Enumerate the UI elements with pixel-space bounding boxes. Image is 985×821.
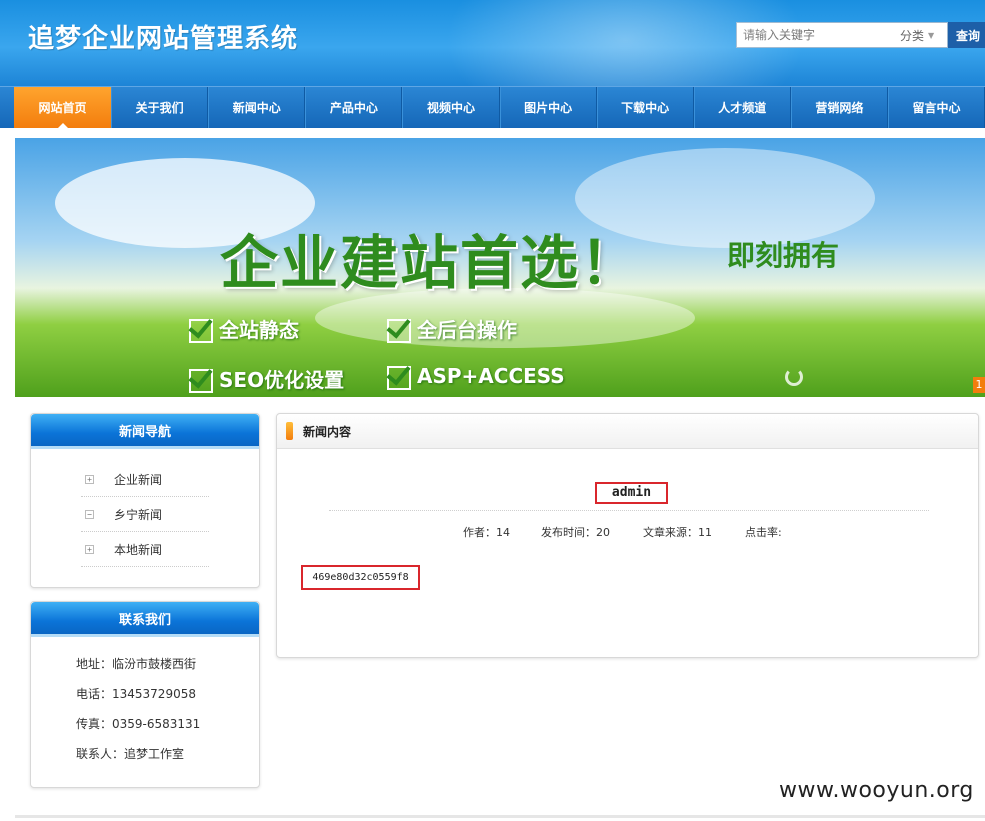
loading-icon [785,368,803,386]
search-category-label: 分类 [900,28,925,43]
contact-phone: 电话：13453729058 [76,687,196,701]
contact-person: 联系人：追梦工作室 [76,747,185,761]
search-button[interactable]: 查询 [948,22,985,48]
expand-icon[interactable]: + [85,474,94,484]
banner-feature: SEO优化设置 [187,364,344,393]
contact-fax: 传真：0359-6583131 [76,717,201,731]
news-content-panel: 新闻内容 admin 作者：14 发布时间：20 文章来源：11 点击率: 46… [276,413,979,658]
banner-page-indicator[interactable]: 1 [973,377,985,393]
news-nav-title: 新闻导航 [31,414,259,449]
article-publish-time: 发布时间：20 [541,526,610,539]
site-title[interactable]: 追梦企业网站管理系统 [28,18,298,55]
checkmark-icon [187,367,213,393]
watermark: www.wooyun.org [779,778,974,803]
collapse-icon[interactable]: − [85,509,94,519]
chevron-down-icon: ▼ [928,30,935,40]
header-accent-bar [286,422,293,440]
banner-feature-label: 全站静态 [219,318,299,342]
search-input[interactable] [736,22,896,48]
article-author: 作者：14 [463,526,510,539]
news-nav-item[interactable]: + 企业新闻 [81,462,209,497]
news-nav-list: + 企业新闻 − 乡宁新闻 + 本地新闻 [31,446,259,567]
checkmark-icon [385,317,411,343]
banner-subheadline: 即刻拥有 [727,239,840,272]
banner-headline: 企业建站首选！ [220,229,641,297]
banner-feature: ASP+ACCESS [385,364,565,390]
search-category-select[interactable]: 分类 ▼ [896,22,948,48]
nav-item-jobs[interactable]: 人才频道 [693,87,791,128]
article-source: 文章来源：11 [643,526,712,539]
footer-divider [15,815,985,818]
nav-item-about[interactable]: 关于我们 [111,87,209,128]
contact-list: 地址：临汾市鼓楼西街 电话：13453729058 传真：0359-658313… [31,634,259,769]
news-nav-item-label[interactable]: 本地新闻 [114,541,162,558]
contact-title: 联系我们 [31,602,259,637]
content-header: 新闻内容 [277,414,978,449]
contact-address: 地址：临汾市鼓楼西街 [76,657,197,671]
banner-feature: 全后台操作 [385,314,517,343]
news-nav-item[interactable]: + 本地新闻 [81,532,209,567]
news-nav-panel: 新闻导航 + 企业新闻 − 乡宁新闻 + 本地新闻 [30,413,260,588]
article-body: 469e80d32c0559f8 [301,565,420,590]
nav-item-messages[interactable]: 留言中心 [887,87,985,128]
site-header: 追梦企业网站管理系统 分类 ▼ 查询 [0,0,985,86]
checkmark-icon [385,364,411,390]
banner-feature-label: ASP+ACCESS [417,364,565,388]
nav-item-network[interactable]: 营销网络 [790,87,888,128]
nav-item-downloads[interactable]: 下载中心 [596,87,694,128]
contact-panel: 联系我们 地址：临汾市鼓楼西街 电话：13453729058 传真：0359-6… [30,601,260,788]
checkmark-icon [187,317,213,343]
hero-banner[interactable]: 企业建站首选！ 即刻拥有 全站静态 全后台操作 SEO优化设置 ASP+ACCE… [15,138,985,397]
news-nav-item[interactable]: − 乡宁新闻 [81,497,209,532]
banner-feature-label: SEO优化设置 [219,368,345,392]
divider [329,510,929,511]
nav-item-home[interactable]: 网站首页 [14,87,112,128]
news-nav-item-label[interactable]: 企业新闻 [114,471,162,488]
nav-item-video[interactable]: 视频中心 [402,87,500,128]
banner-feature: 全站静态 [187,314,299,343]
article-clicks: 点击率: [745,526,782,539]
expand-icon[interactable]: + [85,544,94,554]
main-nav: 网站首页 关于我们 新闻中心 产品中心 视频中心 图片中心 下载中心 人才频道 … [0,86,985,128]
content-header-title: 新闻内容 [303,424,352,439]
article-title: admin [595,482,668,504]
banner-feature-label: 全后台操作 [417,318,517,342]
nav-item-news[interactable]: 新闻中心 [208,87,306,128]
nav-item-images[interactable]: 图片中心 [499,87,597,128]
news-nav-item-label[interactable]: 乡宁新闻 [114,506,162,523]
nav-item-products[interactable]: 产品中心 [305,87,403,128]
search-bar: 分类 ▼ 查询 [736,22,985,48]
